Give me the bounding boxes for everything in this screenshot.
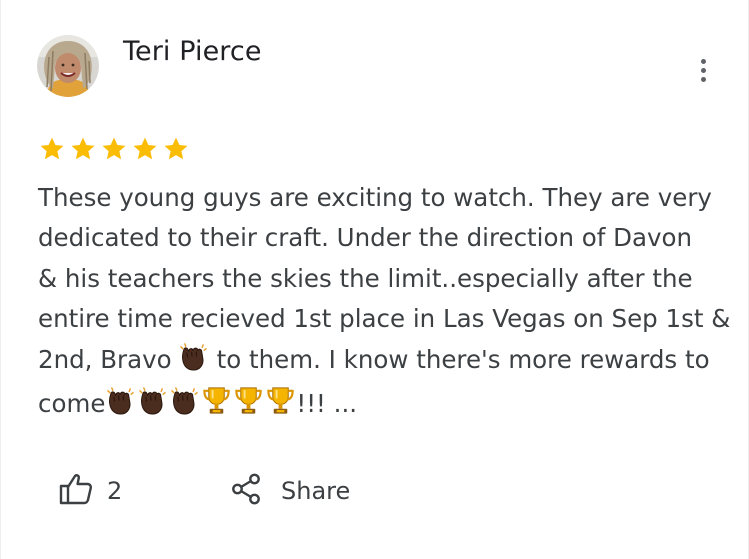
clapping-hands-emoji — [137, 385, 168, 428]
star-icon — [162, 135, 190, 163]
review-line: come !!! ... — [38, 384, 728, 428]
review-line-text: 2nd, Bravo — [38, 344, 172, 374]
review-line: & his teachers the skies the limit..espe… — [38, 263, 693, 293]
review-line: 2nd, Bravo to them. I know there's more r… — [38, 340, 728, 384]
share-button[interactable]: Share — [231, 470, 350, 512]
share-icon — [231, 473, 261, 509]
like-button[interactable]: 2 — [59, 470, 122, 512]
review-line: entire time recieved 1st place in Las Ve… — [38, 304, 731, 334]
review-line: These young guys are exciting to watch. … — [38, 183, 712, 212]
review-line-text: !!! ... — [296, 389, 358, 419]
review-text: These young guys are exciting to watch. … — [38, 178, 731, 428]
star-icon — [38, 135, 66, 163]
more-dot — [700, 58, 706, 64]
reviewer-name[interactable]: Teri Pierce — [123, 36, 262, 67]
more-dot — [700, 76, 706, 82]
review-line-text: come — [38, 389, 106, 419]
star-rating — [38, 135, 190, 163]
clapping-hands-emoji — [169, 385, 200, 428]
clapping-hands-emoji — [105, 385, 136, 428]
more-vert-icon[interactable] — [689, 54, 717, 86]
trophy-emoji — [201, 385, 232, 428]
review-line-text: to them. I know there's more rewards to — [216, 344, 710, 374]
star-icon — [100, 135, 128, 163]
star-icon — [131, 135, 159, 163]
trophy-emoji — [265, 385, 296, 428]
review-card: Teri Pierce These young guys are excitin… — [0, 0, 749, 559]
trophy-emoji — [233, 385, 264, 428]
review-line: dedicated to their craft. Under the dire… — [38, 223, 693, 253]
reviewer-avatar[interactable] — [37, 35, 99, 97]
more-dot — [700, 67, 706, 73]
share-label: Share — [281, 477, 351, 505]
like-count: 2 — [107, 477, 123, 505]
star-icon — [69, 135, 97, 163]
emoji-row — [105, 385, 296, 428]
clapping-hands-emoji — [178, 341, 209, 384]
thumb-up-outline-icon — [59, 473, 93, 509]
